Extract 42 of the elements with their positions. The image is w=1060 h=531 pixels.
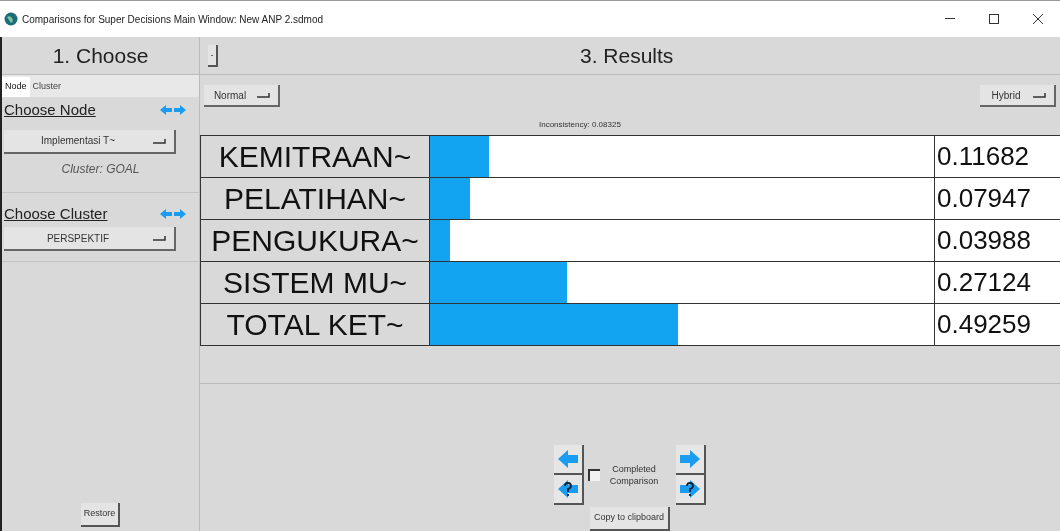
- criterion-cell: PELATIHAN~: [200, 178, 430, 219]
- previous-unfinished-button[interactable]: [554, 475, 584, 505]
- dropdown-indicator-icon: [152, 137, 166, 144]
- maximize-icon: [989, 14, 999, 24]
- section-heading: Choose Node: [4, 100, 96, 120]
- next-button[interactable]: [676, 445, 706, 475]
- criterion-cell: PENGUKURA~: [200, 220, 430, 261]
- previous-icon: [159, 104, 173, 117]
- dropdown-indicator-icon: [1032, 92, 1046, 98]
- cluster-dropdown[interactable]: PERSPEKTIF: [4, 227, 176, 251]
- criterion-cell: TOTAL KET~: [200, 304, 430, 345]
- dropdown-indicator-icon: [256, 92, 270, 98]
- next-icon: [173, 207, 187, 220]
- dropdown-indicator-icon: [152, 235, 166, 241]
- method-dropdown[interactable]: Hybrid: [980, 85, 1056, 107]
- priority-value: 0.27124: [936, 266, 1032, 299]
- tab[interactable]: Node: [2, 77, 30, 97]
- next-unfinished-button[interactable]: [676, 475, 706, 505]
- previous-button[interactable]: [554, 445, 584, 475]
- node-dropdown[interactable]: Implementasi T~: [4, 129, 176, 154]
- mode-dropdown[interactable]: Normal: [204, 85, 280, 107]
- close-icon: [1033, 14, 1043, 24]
- window-title: Comparisons for Super Decisions Main Window: New ANP 2.sdmod: [22, 12, 325, 27]
- criterion-cell: KEMITRAAN~: [200, 136, 430, 177]
- inconsistency-text: Inconsistency: 0.08325: [539, 119, 621, 131]
- panel-header: 3. Results: [580, 42, 674, 69]
- priority-value: 0.11682: [936, 140, 1031, 173]
- minimize-icon: [945, 18, 955, 20]
- priority-value: 0.49259: [936, 308, 1032, 341]
- previous-icon: [159, 207, 173, 220]
- collapse-button[interactable]: -: [208, 44, 218, 67]
- priority-value: 0.07947: [936, 182, 1032, 215]
- section-heading: Choose Cluster: [4, 203, 108, 224]
- checkbox-label: Completed Comparison: [608, 463, 660, 487]
- next-icon: [173, 104, 187, 117]
- checkbox[interactable]: [588, 469, 600, 481]
- priority-value: 0.03988: [936, 224, 1032, 257]
- restore-button[interactable]: Restore: [80, 503, 121, 527]
- cluster-info: Cluster: GOAL: [60, 160, 141, 178]
- copy-button[interactable]: Copy to clipboard: [589, 507, 670, 531]
- app-globe-icon: [4, 12, 18, 26]
- criterion-cell: SISTEM MU~: [200, 262, 430, 303]
